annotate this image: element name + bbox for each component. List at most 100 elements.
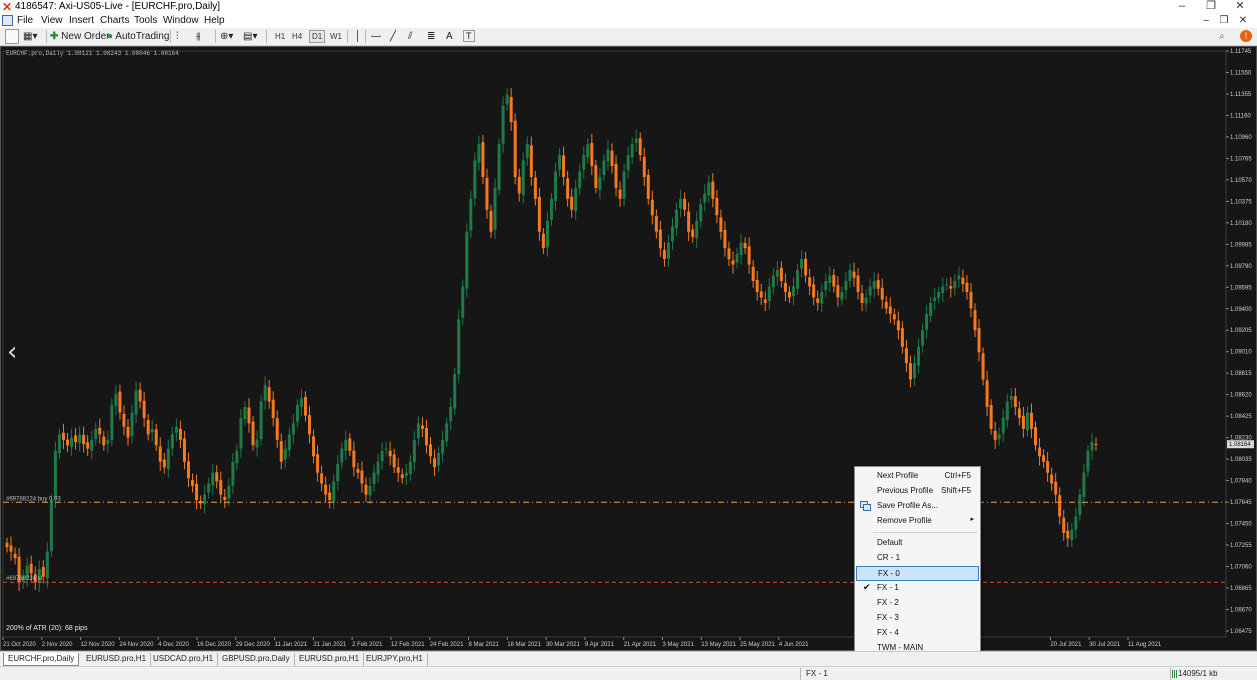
candle-body [316, 454, 320, 473]
chevron-left-icon[interactable]: ‹ [7, 337, 17, 367]
bar-chart-icon[interactable]: ⫶ [176, 29, 179, 44]
vertical-line-icon[interactable]: │ [355, 29, 361, 44]
candle-body [945, 284, 949, 286]
search-icon[interactable]: ⌕ [1219, 29, 1225, 44]
menu-remove-profile[interactable]: Remove Profile ▸ [856, 514, 979, 529]
close-button[interactable]: ✕ [1226, 0, 1254, 14]
new-order-button[interactable]: ✚ New Order [50, 29, 110, 44]
profile-item[interactable]: FX - 4 [856, 626, 979, 641]
menu-insert[interactable]: Insert [69, 15, 94, 26]
candle-body [787, 291, 791, 298]
chart-tab[interactable]: EURUSD.pro,H1 [82, 653, 152, 666]
candle-body [868, 286, 872, 296]
mdi-restore-button[interactable]: ❐ [1214, 14, 1234, 28]
autotrading-label: AutoTrading [115, 31, 170, 42]
candle-body [977, 328, 981, 353]
menu-next-profile[interactable]: Next Profile Ctrl+F5 [856, 469, 979, 484]
save-profile-icon [860, 501, 871, 511]
menu-charts[interactable]: Charts [100, 15, 129, 26]
price-chart[interactable]: #69788224 buy 0.03#69788224 sl 1.117451.… [1, 47, 1256, 650]
minimize-button[interactable]: – [1168, 0, 1196, 14]
notification-icon[interactable]: ! [1240, 30, 1252, 42]
candle-body [396, 467, 400, 473]
profile-item[interactable]: FX - 3 [856, 611, 979, 626]
candle-body [1038, 447, 1042, 457]
fibonacci-icon[interactable]: ≣ [427, 29, 435, 44]
candle-body [98, 427, 102, 435]
horizontal-line-icon[interactable]: — [371, 29, 381, 44]
candle-body [174, 426, 178, 433]
chart-tab[interactable]: GBPUSD.pro,Daily [218, 653, 295, 666]
profile-item[interactable]: Default [856, 536, 979, 551]
candle-body [126, 426, 130, 438]
text-label-icon[interactable]: T [463, 30, 475, 42]
candle-body [404, 472, 408, 476]
candle-body [49, 500, 53, 552]
candle-body [796, 270, 800, 289]
menu-file[interactable]: File [17, 15, 33, 26]
timeframe-h1[interactable]: H1 [275, 29, 285, 44]
profile-item[interactable]: FX - 2 [856, 596, 979, 611]
candle-body [449, 406, 453, 422]
candle-body [477, 144, 481, 163]
new-chart-icon[interactable] [5, 29, 19, 44]
profile-item[interactable]: CR - 1 [856, 551, 979, 566]
profiles-dropdown-icon[interactable]: ▦▾ [23, 29, 43, 44]
menu-previous-profile[interactable]: Previous Profile Shift+F5 [856, 484, 979, 499]
timeframe-h4[interactable]: H4 [292, 29, 302, 44]
candle-body [211, 472, 215, 486]
chart-tab[interactable]: EURCHF.pro,Daily [3, 653, 80, 666]
autotrading-button[interactable]: ● AutoTrading [107, 29, 169, 44]
chart-tab[interactable]: EURJPY.pro,H1 [362, 653, 428, 666]
price-tick-label: 1.09205 [1230, 328, 1252, 334]
candle-body [1005, 401, 1009, 421]
candle-body [985, 380, 989, 407]
candle-body [130, 412, 134, 436]
chart-tab[interactable]: USDCAD.pro,H1 [149, 653, 219, 666]
candle-chart-icon[interactable]: ⫵ [196, 29, 201, 44]
candle-body [437, 452, 441, 466]
candle-body [545, 220, 549, 248]
chart-tab[interactable]: EURUSD.pro,H1 [295, 653, 365, 666]
maximize-button[interactable]: ❐ [1197, 0, 1225, 14]
candle-body [759, 291, 763, 298]
candle-body [150, 428, 154, 433]
profile-label: FX - 4 [877, 628, 899, 637]
menu-window[interactable]: Window [163, 15, 199, 26]
candle-body [187, 461, 190, 479]
profile-item[interactable]: FX - 0 [856, 566, 979, 581]
menu-save-profile-as[interactable]: Save Profile As... [856, 499, 979, 514]
candle-body [182, 438, 186, 462]
candle-body [848, 270, 852, 282]
menu-view[interactable]: View [41, 15, 63, 26]
profile-item[interactable]: ✔ FX - 1 [856, 581, 979, 596]
trendline-icon[interactable]: ╱ [390, 29, 396, 44]
menu-help[interactable]: Help [204, 15, 225, 26]
stop-loss-label: #69788224 sl [6, 576, 42, 582]
mdi-close-button[interactable]: ✕ [1233, 14, 1253, 28]
candle-body [832, 274, 836, 287]
candle-body [594, 165, 598, 188]
channel-icon[interactable]: ⫽ [408, 29, 412, 44]
zoom-in-icon[interactable]: ⊕▾ [220, 29, 233, 44]
plus-icon: ✚ [50, 31, 59, 42]
date-tick-label: 8 Mar 2021 [469, 642, 500, 648]
candle-body [203, 494, 207, 505]
next-profile-label: Next Profile [877, 471, 919, 480]
price-tick-label: 1.09985 [1230, 242, 1252, 248]
previous-profile-shortcut: Shift+F5 [940, 486, 971, 495]
price-tick-label: 1.07060 [1230, 565, 1252, 571]
date-tick-label: 30 Jul 2021 [1089, 642, 1121, 648]
text-icon[interactable]: A [446, 29, 453, 44]
candle-body [275, 418, 279, 440]
candle-body [146, 419, 150, 435]
chart-window[interactable]: #69788224 buy 0.03 #69788224 sl 1.11745 1.… [0, 46, 1257, 651]
candle-body [429, 444, 432, 457]
timeframe-w1[interactable]: W1 [330, 29, 342, 44]
mdi-minimize-button[interactable]: – [1196, 14, 1216, 28]
templates-icon[interactable]: ▤▾ [243, 29, 257, 44]
candle-body [683, 198, 687, 210]
candle-body [110, 404, 114, 441]
timeframe-d1[interactable]: D1 [309, 30, 326, 43]
menu-tools[interactable]: Tools [134, 15, 157, 26]
